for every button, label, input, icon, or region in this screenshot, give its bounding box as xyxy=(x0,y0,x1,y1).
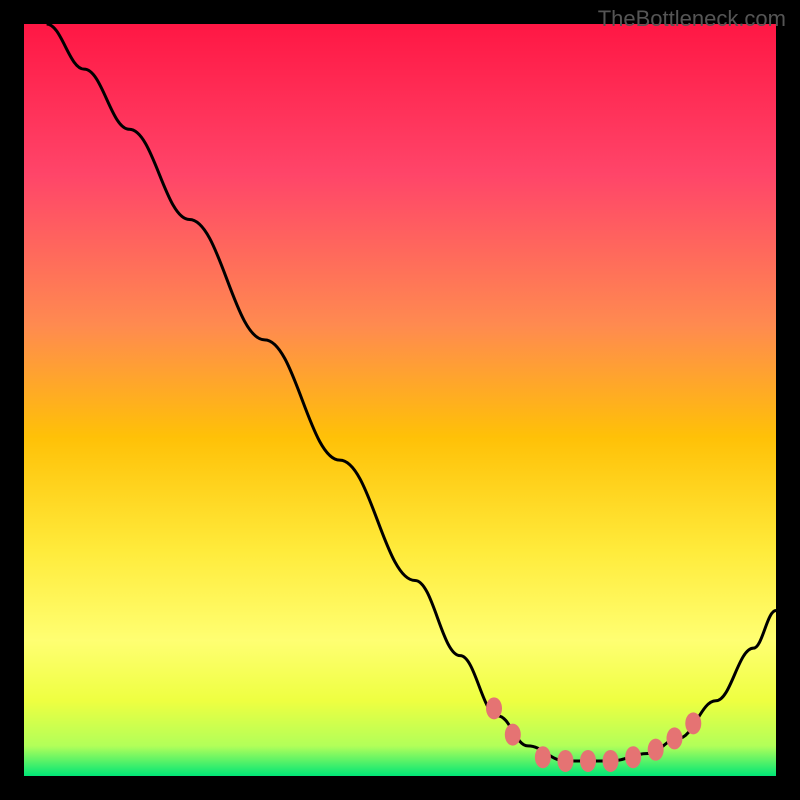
bottleneck-curve xyxy=(47,24,776,761)
curve-layer xyxy=(24,24,776,776)
curve-marker xyxy=(648,739,664,761)
curve-marker xyxy=(625,746,641,768)
curve-marker xyxy=(666,727,682,749)
curve-marker xyxy=(505,724,521,746)
curve-marker xyxy=(603,750,619,772)
curve-marker xyxy=(486,697,502,719)
curve-markers xyxy=(486,697,701,772)
curve-marker xyxy=(580,750,596,772)
curve-marker xyxy=(535,746,551,768)
watermark-text: TheBottleneck.com xyxy=(598,6,786,32)
plot-area xyxy=(24,24,776,776)
curve-marker xyxy=(685,712,701,734)
curve-marker xyxy=(557,750,573,772)
